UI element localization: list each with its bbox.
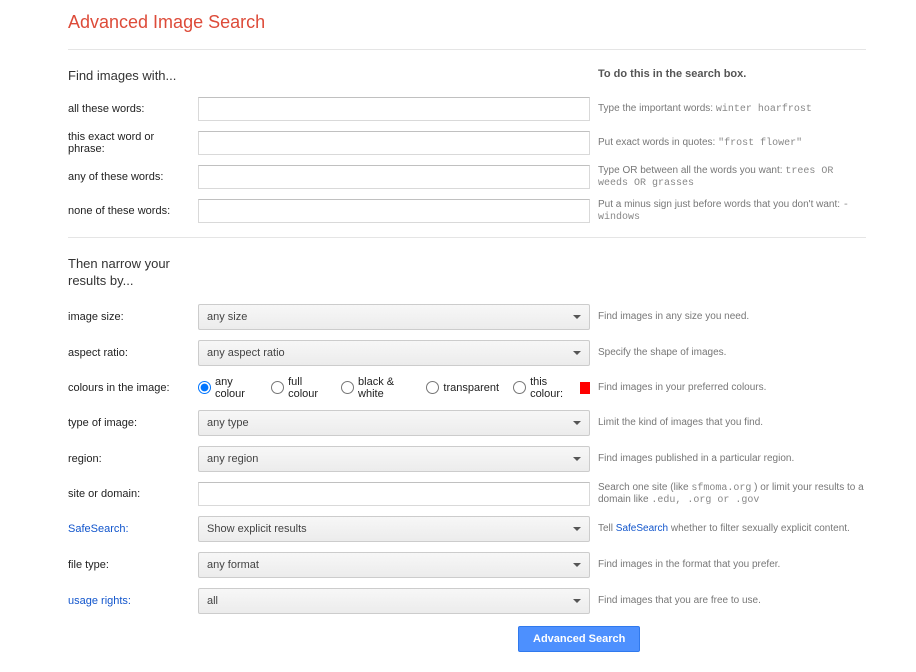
select-region[interactable]: any region — [198, 446, 590, 472]
hint-region: Find images published in a particular re… — [598, 453, 866, 464]
radio-black-white-input[interactable] — [341, 381, 354, 394]
radio-full-colour-input[interactable] — [271, 381, 284, 394]
hint-all-words: Type the important words: winter hoarfro… — [598, 103, 866, 115]
hint-exact: Put exact words in quotes: "frost flower… — [598, 137, 866, 149]
select-image-size[interactable]: any size — [198, 304, 590, 330]
radio-any-colour-input[interactable] — [198, 381, 211, 394]
hint-colours: Find images in your preferred colours. — [598, 382, 866, 393]
hint-image-size: Find images in any size you need. — [598, 311, 866, 322]
section1-heading: Find images with... — [68, 68, 198, 83]
select-type[interactable]: any type — [198, 410, 590, 436]
button-wrap: Advanced Search — [518, 626, 866, 652]
hint-site: Search one site (like sfmoma.org ) or li… — [598, 482, 866, 506]
chevron-down-icon — [573, 351, 581, 355]
row-none-words: none of these words: Put a minus sign ju… — [68, 199, 866, 223]
row-usage: usage rights: all Find images that you a… — [68, 588, 866, 614]
row-aspect: aspect ratio: any aspect ratio Specify t… — [68, 340, 866, 366]
row-type: type of image: any type Limit the kind o… — [68, 410, 866, 436]
label-safesearch[interactable]: SafeSearch: — [68, 523, 198, 535]
hint-safesearch: Tell SafeSearch whether to filter sexual… — [598, 523, 866, 534]
input-any-words[interactable] — [198, 165, 590, 189]
radio-transparent-input[interactable] — [426, 381, 439, 394]
hint-none-words: Put a minus sign just before words that … — [598, 199, 866, 223]
radio-black-white[interactable]: black & white — [341, 376, 412, 400]
radio-this-colour-input[interactable] — [513, 381, 526, 394]
radio-full-colour[interactable]: full colour — [271, 376, 327, 400]
row-site: site or domain: Search one site (like sf… — [68, 482, 866, 506]
label-any-words: any of these words: — [68, 171, 198, 183]
page-container: Advanced Image Search Find images with..… — [0, 0, 916, 672]
colour-radio-group: any colour full colour black & white tra… — [198, 376, 590, 400]
label-none-words: none of these words: — [68, 205, 198, 217]
chevron-down-icon — [573, 421, 581, 425]
input-none-words[interactable] — [198, 199, 590, 223]
label-type: type of image: — [68, 417, 198, 429]
section2-heading: Then narrow your results by... — [68, 256, 208, 290]
chevron-down-icon — [573, 599, 581, 603]
select-filetype[interactable]: any format — [198, 552, 590, 578]
row-filetype: file type: any format Find images in the… — [68, 552, 866, 578]
colour-swatch[interactable] — [580, 382, 590, 394]
label-region: region: — [68, 453, 198, 465]
chevron-down-icon — [573, 527, 581, 531]
label-image-size: image size: — [68, 311, 198, 323]
radio-this-colour[interactable]: this colour: — [513, 376, 590, 400]
label-usage[interactable]: usage rights: — [68, 595, 198, 607]
row-colours: colours in the image: any colour full co… — [68, 376, 866, 400]
radio-any-colour[interactable]: any colour — [198, 376, 257, 400]
page-title: Advanced Image Search — [68, 12, 866, 33]
hint-aspect: Specify the shape of images. — [598, 347, 866, 358]
select-aspect[interactable]: any aspect ratio — [198, 340, 590, 366]
hint-any-words: Type OR between all the words you want: … — [598, 165, 866, 189]
advanced-search-button[interactable]: Advanced Search — [518, 626, 640, 652]
row-image-size: image size: any size Find images in any … — [68, 304, 866, 330]
select-safesearch[interactable]: Show explicit results — [198, 516, 590, 542]
safesearch-link[interactable]: SafeSearch — [616, 523, 668, 534]
input-all-words[interactable] — [198, 97, 590, 121]
label-filetype: file type: — [68, 559, 198, 571]
input-exact[interactable] — [198, 131, 590, 155]
divider — [68, 49, 866, 50]
chevron-down-icon — [573, 315, 581, 319]
radio-transparent[interactable]: transparent — [426, 381, 499, 394]
section1-hint-heading: To do this in the search box. — [598, 68, 866, 83]
row-any-words: any of these words: Type OR between all … — [68, 165, 866, 189]
row-safesearch: SafeSearch: Show explicit results Tell S… — [68, 516, 866, 542]
hint-type: Limit the kind of images that you find. — [598, 417, 866, 428]
hint-usage: Find images that you are free to use. — [598, 595, 866, 606]
label-exact: this exact word or phrase: — [68, 131, 198, 155]
input-site[interactable] — [198, 482, 590, 506]
row-exact: this exact word or phrase: Put exact wor… — [68, 131, 866, 155]
label-aspect: aspect ratio: — [68, 347, 198, 359]
hint-filetype: Find images in the format that you prefe… — [598, 559, 866, 570]
select-usage[interactable]: all — [198, 588, 590, 614]
label-all-words: all these words: — [68, 103, 198, 115]
divider — [68, 237, 866, 238]
row-region: region: any region Find images published… — [68, 446, 866, 472]
section1-header: Find images with... To do this in the se… — [68, 68, 866, 83]
label-site: site or domain: — [68, 488, 198, 500]
label-colours: colours in the image: — [68, 382, 198, 394]
chevron-down-icon — [573, 457, 581, 461]
chevron-down-icon — [573, 563, 581, 567]
row-all-words: all these words: Type the important word… — [68, 97, 866, 121]
